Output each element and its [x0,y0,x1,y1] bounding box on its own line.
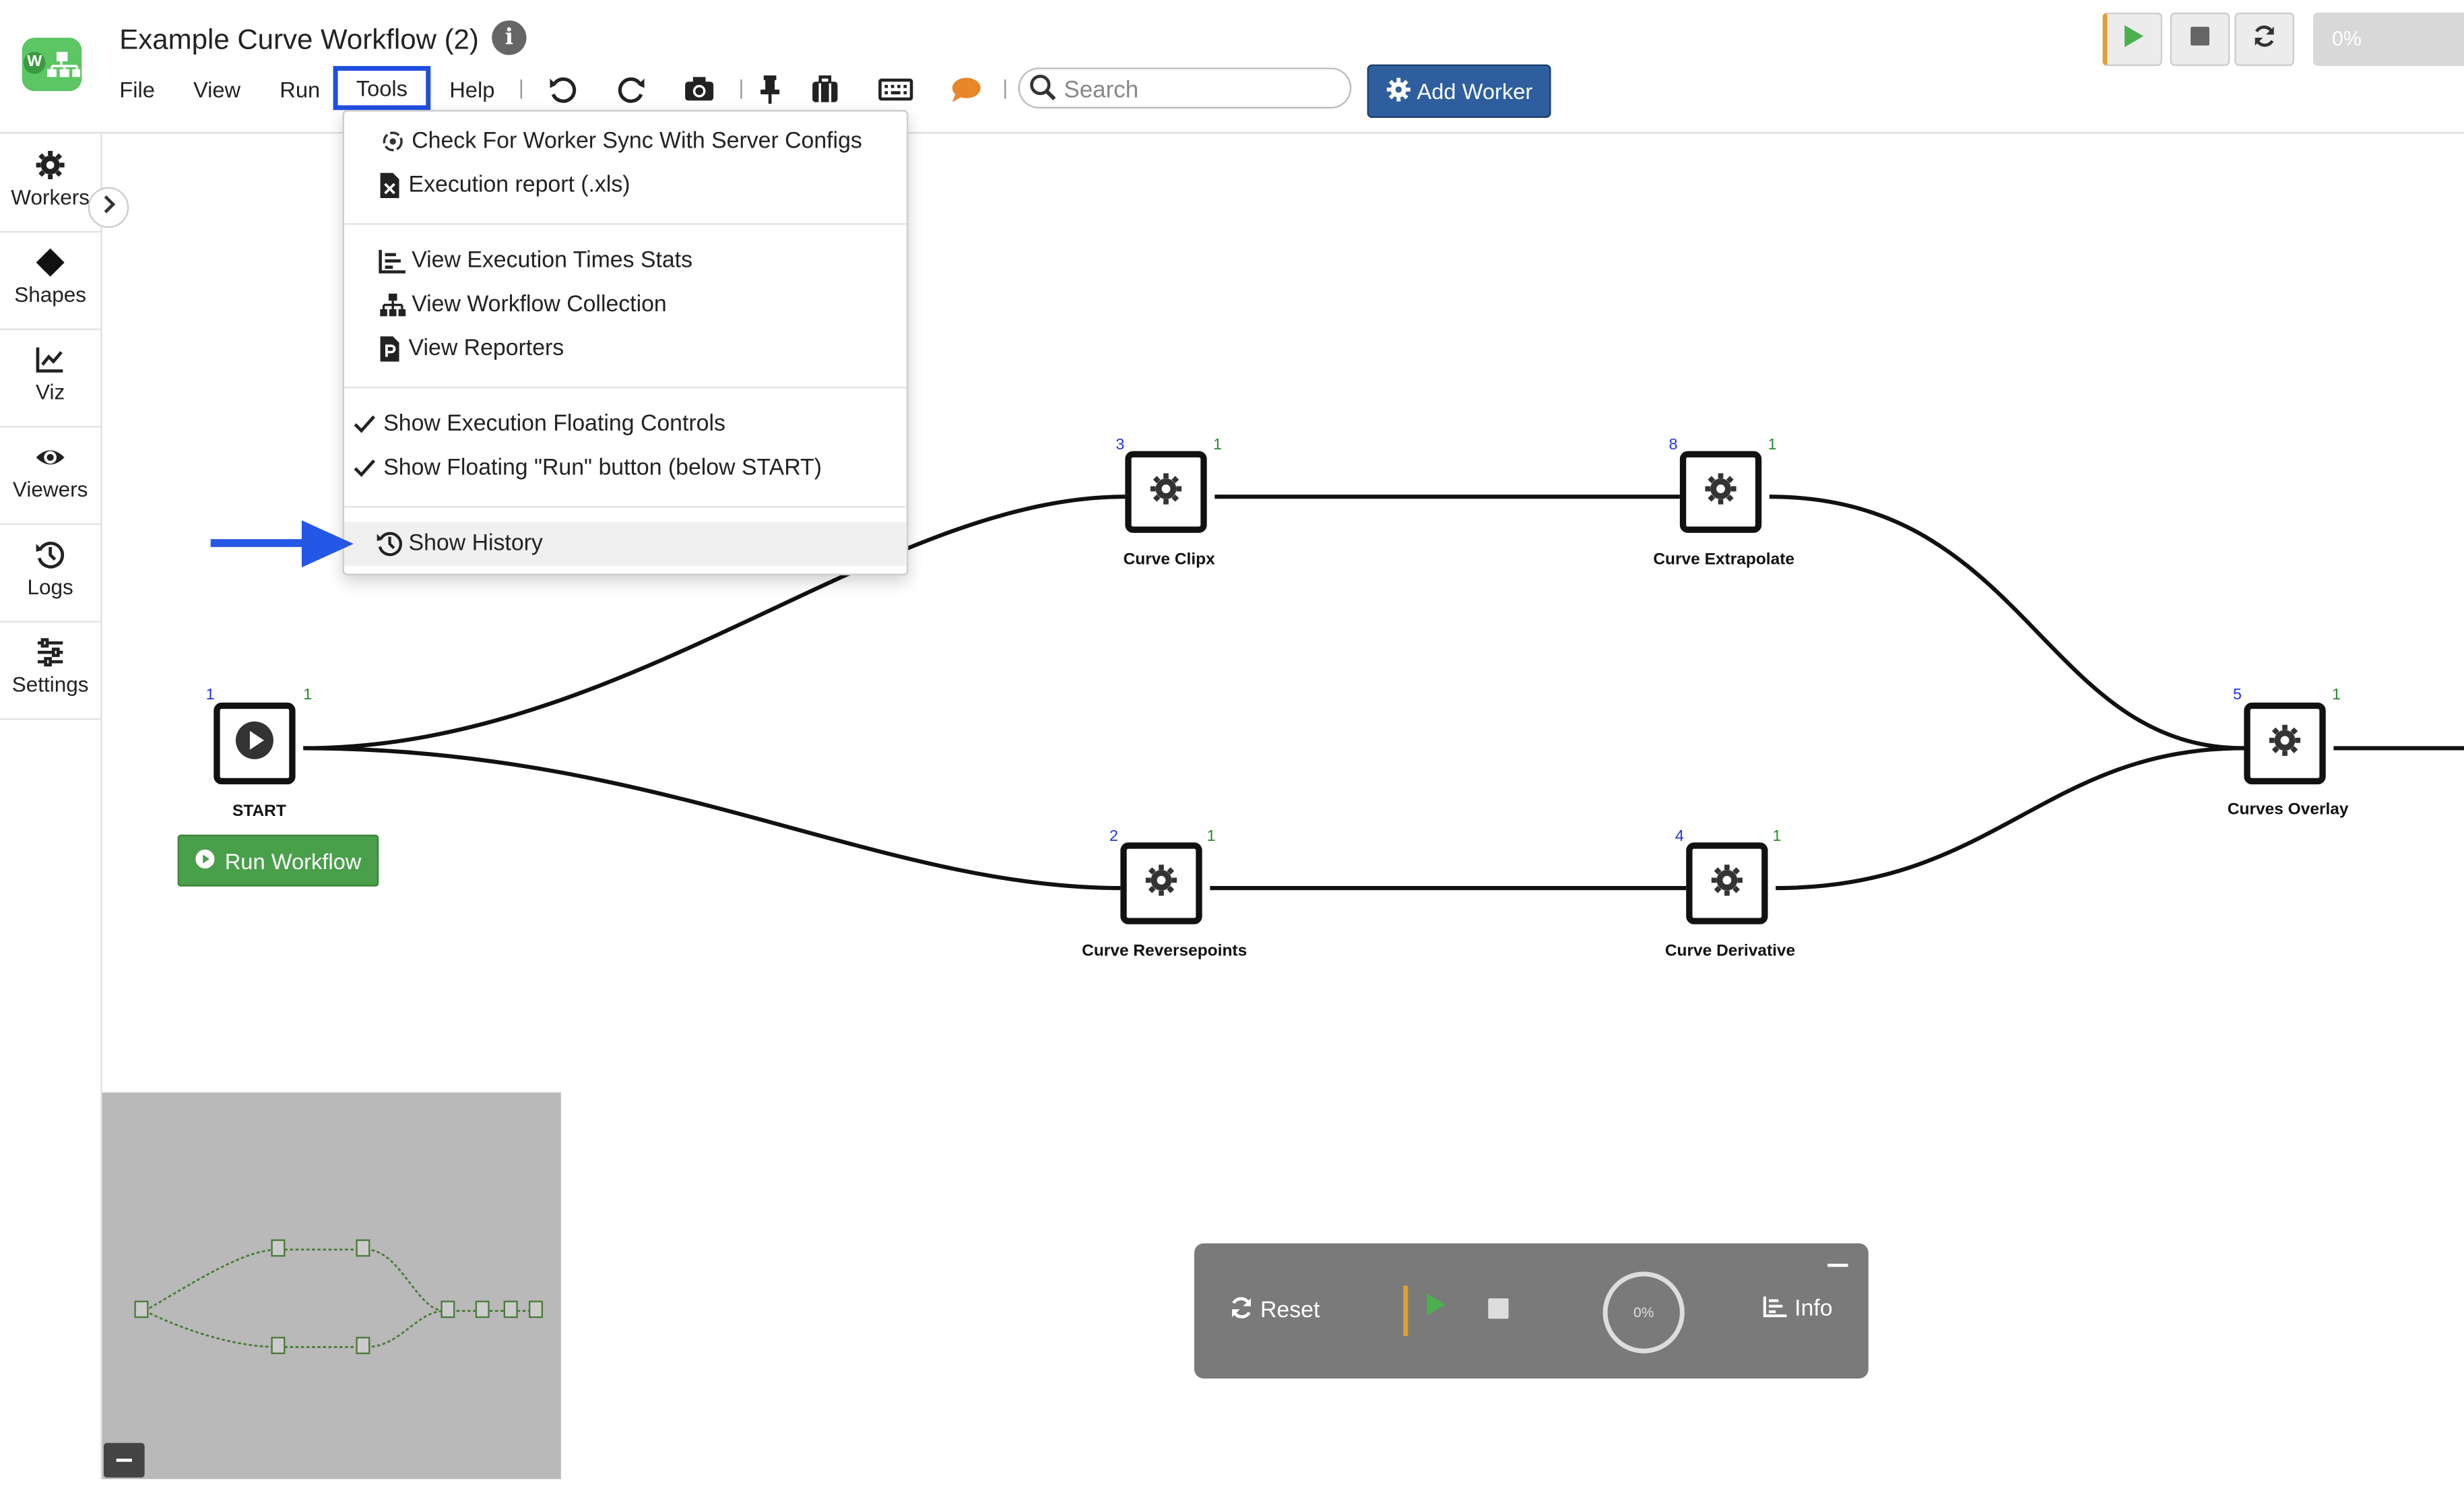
play-icon [1425,1293,1448,1324]
play-icon [234,719,275,767]
gear-icon [1148,471,1183,513]
node-input-count: 1 [205,687,215,705]
floating-execution-controls: Reset 0% Info [1194,1243,1869,1379]
info-label: Info [1794,1296,1833,1322]
refresh-icon [1229,1295,1254,1327]
history-icon [376,530,404,558]
node-start[interactable] [214,702,296,785]
annotation-arrow [210,520,354,568]
node-input-count: 4 [1675,828,1684,846]
node-label: Curves Overlay [2227,800,2349,819]
node-label: Curve Derivative [1664,941,1796,961]
p-file-icon [376,335,404,363]
bar-chart-icon [1763,1295,1788,1323]
run-workflow-label: Run Workflow [224,848,362,873]
reset-button[interactable]: Reset [1229,1295,1320,1327]
node-output-count: 1 [2332,687,2341,705]
play-circle-icon [195,848,215,873]
minimize-button[interactable] [1827,1263,1848,1267]
play-button[interactable] [1425,1292,1448,1325]
sync-icon [379,127,407,156]
edge-extrapolate-overlay [1769,495,2244,751]
check-icon [350,454,379,482]
node-curve-extrapolate[interactable] [1679,451,1762,533]
menu-item-workflow-collection[interactable]: View Workflow Collection [344,283,907,327]
node-output-count: 1 [1206,828,1216,846]
excel-file-icon [376,171,404,199]
menu-item-label: Show History [408,531,543,557]
minimap[interactable] [102,1092,561,1480]
menu-item-label: Show Floating "Run" button (below START) [383,455,822,481]
sitemap-icon [379,291,407,319]
menu-divider [344,386,907,389]
minimap-collapse-button[interactable] [103,1443,145,1478]
menu-item-show-history[interactable]: Show History [344,521,907,566]
gear-icon [1704,471,1738,513]
node-output-count: 1 [1768,437,1777,455]
node-label: START [232,801,286,821]
minus-icon [104,1457,145,1484]
node-curve-derivative[interactable] [1686,842,1768,924]
menu-divider [344,506,907,508]
divider-bar [1403,1286,1408,1336]
menu-item-label: Show Execution Floating Controls [383,412,725,437]
menu-item-execution-times-stats[interactable]: View Execution Times Stats [344,239,907,283]
menu-item-show-floating-run[interactable]: Show Floating "Run" button (below START) [344,447,907,491]
node-input-count: 8 [1668,437,1678,455]
node-input-count: 2 [1109,828,1119,846]
node-output-count: 1 [1212,437,1222,455]
gear-icon [1144,862,1178,905]
menu-item-execution-report[interactable]: Execution report (.xls) [344,164,907,208]
edge-derivative-overlay [1776,746,2244,891]
menu-item-label: Check For Worker Sync With Server Config… [412,129,862,154]
menu-item-show-floating-controls[interactable]: Show Execution Floating Controls [344,402,907,446]
gear-icon [2267,722,2302,765]
menu-item-label: View Workflow Collection [412,292,667,318]
node-output-count: 1 [303,687,313,705]
node-label: Curve Reversepoints [1082,941,1247,961]
menu-item-check-worker-sync[interactable]: Check For Worker Sync With Server Config… [344,119,907,163]
menu-item-label: View Reporters [408,336,564,362]
node-label: Curve Clipx [1123,550,1215,569]
tools-dropdown-menu: Check For Worker Sync With Server Config… [342,110,909,575]
node-curve-clipx[interactable] [1125,451,1207,533]
node-curves-overlay[interactable] [2244,702,2326,785]
node-output-count: 1 [1772,828,1782,846]
menu-item-view-reporters[interactable]: View Reporters [344,327,907,371]
bar-chart-icon [379,247,407,275]
menu-item-label: View Execution Times Stats [412,248,693,274]
node-curve-reversepoints[interactable] [1120,842,1202,924]
edge-start-reversepoints [303,746,1121,891]
reset-label: Reset [1260,1298,1320,1324]
minimap-preview [134,1239,544,1354]
node-input-count: 5 [2233,687,2242,705]
menu-item-label: Execution report (.xls) [408,172,630,198]
node-label: Curve Extrapolate [1653,550,1795,569]
stop-button[interactable] [1488,1298,1509,1319]
info-button[interactable]: Info [1763,1295,1833,1323]
progress-circle: 0% [1602,1271,1685,1354]
node-input-count: 3 [1115,437,1125,455]
run-workflow-button[interactable]: Run Workflow [177,834,379,887]
check-icon [350,410,379,439]
menu-divider [344,223,907,225]
gear-icon [1710,862,1744,905]
